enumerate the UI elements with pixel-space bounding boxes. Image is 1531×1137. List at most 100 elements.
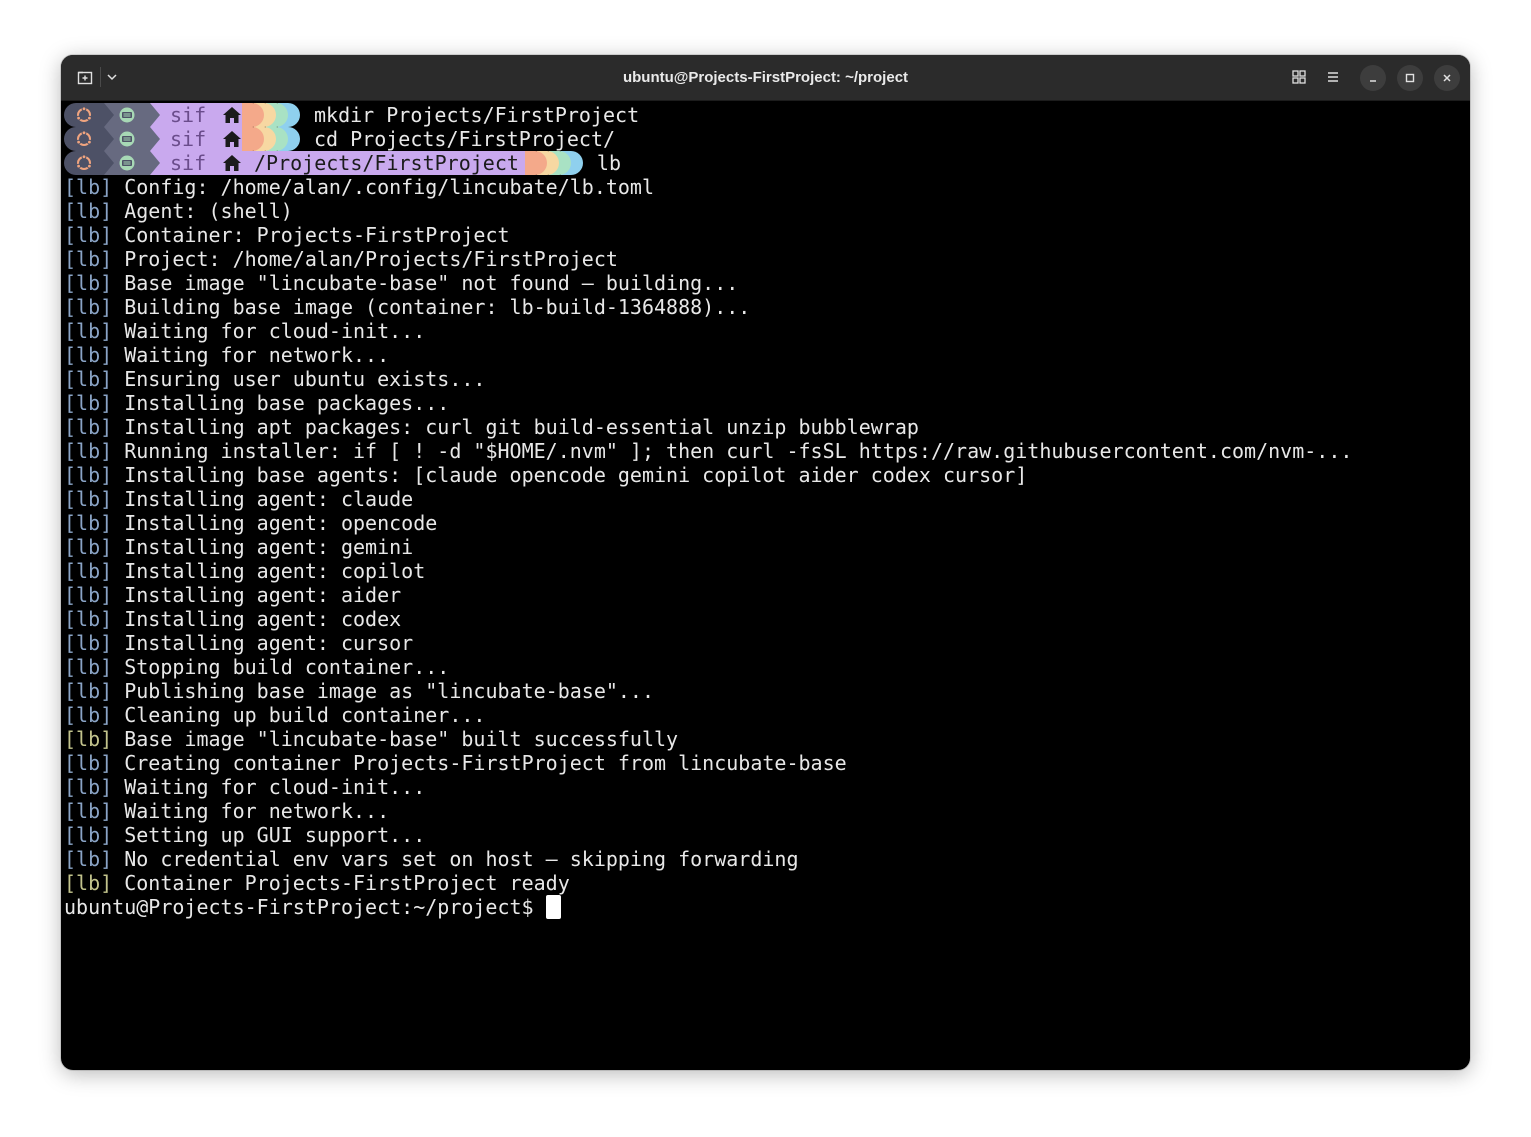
home-icon — [222, 106, 242, 124]
log-text: Creating container Projects-FirstProject… — [112, 751, 847, 775]
prompt-path-segment: /Projects/FirstProject — [214, 151, 531, 175]
log-text: Running installer: if [ ! -d "$HOME/.nvm… — [112, 439, 1353, 463]
prompt-line: sif mkdir Projects/FirstProject — [64, 103, 1470, 127]
log-line: [lb] Installing agent: cursor — [64, 631, 1470, 655]
shell-icon — [118, 106, 136, 124]
log-text: Publishing base image as "lincubate-base… — [112, 679, 655, 703]
prompt-command: mkdir Projects/FirstProject — [314, 103, 640, 127]
log-tag: [lb] — [64, 415, 113, 439]
log-text: Installing base agents: [claude opencode… — [112, 463, 1028, 487]
prompt-os-segment — [64, 127, 114, 151]
log-line: [lb] Installing agent: opencode — [64, 511, 1470, 535]
prompt-decoration — [524, 151, 583, 175]
prompt-command: cd Projects/FirstProject/ — [314, 127, 616, 151]
log-tag: [lb] — [64, 271, 113, 295]
grid-icon — [1292, 70, 1306, 84]
log-text: Installing agent: aider — [112, 583, 402, 607]
segment-arrow — [150, 103, 160, 127]
new-tab-button[interactable] — [73, 64, 97, 90]
log-line: [lb] Container Projects-FirstProject rea… — [64, 871, 1470, 895]
log-tag: [lb] — [64, 655, 113, 679]
ubuntu-logo-icon — [75, 130, 93, 148]
log-tag: [lb] — [64, 703, 113, 727]
log-line: [lb] Base image "lincubate-base" not fou… — [64, 271, 1470, 295]
log-text: Base image "lincubate-base" not found — … — [112, 271, 739, 295]
segment-arrow — [150, 151, 160, 175]
log-tag: [lb] — [64, 775, 113, 799]
prompt-line: sif cd Projects/FirstProject/ — [64, 127, 1470, 151]
log-text: Installing agent: gemini — [112, 535, 414, 559]
log-text: Installing agent: copilot — [112, 559, 426, 583]
log-text: Setting up GUI support... — [112, 823, 426, 847]
log-tag: [lb] — [64, 679, 113, 703]
log-line: [lb] Installing agent: aider — [64, 583, 1470, 607]
log-text: Waiting for cloud-init... — [112, 319, 426, 343]
log-tag: [lb] — [64, 799, 113, 823]
tab-menu-button[interactable] — [103, 64, 121, 90]
log-tag: [lb] — [64, 463, 113, 487]
log-text: Installing base packages... — [112, 391, 450, 415]
terminal-output[interactable]: sif mkdir Projects/FirstProject sif cd Proj… — [61, 101, 1470, 1070]
log-line: [lb] Container: Projects-FirstProject — [64, 223, 1470, 247]
log-text: Installing agent: codex — [112, 607, 402, 631]
log-tag: [lb] — [64, 871, 113, 895]
segment-arrow — [104, 103, 114, 127]
log-tag: [lb] — [64, 367, 113, 391]
prompt-decoration — [242, 127, 300, 151]
log-tag: [lb] — [64, 727, 113, 751]
log-text: Installing agent: cursor — [112, 631, 414, 655]
log-line: [lb] Waiting for network... — [64, 343, 1470, 367]
log-text: Config: /home/alan/.config/lincubate/lb.… — [112, 175, 655, 199]
log-line: [lb] Waiting for cloud-init... — [64, 319, 1470, 343]
titlebar-separator — [100, 67, 101, 87]
log-line: [lb] Config: /home/alan/.config/lincubat… — [64, 175, 1470, 199]
close-button[interactable] — [1434, 65, 1460, 91]
log-text: Installing agent: opencode — [112, 511, 438, 535]
log-tag: [lb] — [64, 559, 113, 583]
shell-prompt: ubuntu@Projects-FirstProject:~/project$ — [64, 895, 546, 919]
log-tag: [lb] — [64, 583, 113, 607]
log-line: [lb] Project: /home/alan/Projects/FirstP… — [64, 247, 1470, 271]
segment-arrow — [150, 127, 160, 151]
log-tag: [lb] — [64, 343, 113, 367]
shell-icon — [118, 154, 136, 172]
window-title: ubuntu@Projects-FirstProject: ~/project — [622, 69, 909, 86]
log-line: [lb] Stopping build container... — [64, 655, 1470, 679]
overview-button[interactable] — [1287, 64, 1311, 90]
maximize-button[interactable] — [1397, 65, 1423, 91]
ubuntu-logo-icon — [75, 154, 93, 172]
log-text: Container: Projects-FirstProject — [112, 223, 510, 247]
log-text: Container Projects-FirstProject ready — [112, 871, 570, 895]
chevron-down-icon — [107, 74, 117, 81]
log-line: [lb] Publishing base image as "lincubate… — [64, 679, 1470, 703]
shell-prompt-line[interactable]: ubuntu@Projects-FirstProject:~/project$ — [64, 895, 1470, 919]
log-text: Waiting for cloud-init... — [112, 775, 426, 799]
log-line: [lb] Running installer: if [ ! -d "$HOME… — [64, 439, 1470, 463]
log-text: Stopping build container... — [112, 655, 450, 679]
log-tag: [lb] — [64, 607, 113, 631]
log-tag: [lb] — [64, 511, 113, 535]
close-icon — [1443, 74, 1451, 82]
log-line: [lb] Installing base packages... — [64, 391, 1470, 415]
log-tag: [lb] — [64, 391, 113, 415]
prompt-decoration — [242, 103, 300, 127]
log-line: [lb] Waiting for cloud-init... — [64, 775, 1470, 799]
segment-arrow — [104, 151, 114, 175]
log-line: [lb] Creating container Projects-FirstPr… — [64, 751, 1470, 775]
log-tag: [lb] — [64, 175, 113, 199]
log-text: Ensuring user ubuntu exists... — [112, 367, 486, 391]
log-line: [lb] Ensuring user ubuntu exists... — [64, 367, 1470, 391]
minimize-button[interactable] — [1360, 65, 1386, 91]
log-line: [lb] Installing agent: copilot — [64, 559, 1470, 583]
text-cursor — [545, 895, 561, 919]
menu-button[interactable] — [1321, 64, 1345, 90]
hamburger-menu-icon — [1328, 72, 1338, 82]
log-line: [lb] Installing agent: gemini — [64, 535, 1470, 559]
log-line: [lb] Cleaning up build container... — [64, 703, 1470, 727]
log-text: Installing apt packages: curl git build-… — [112, 415, 919, 439]
log-line: [lb] Base image "lincubate-base" built s… — [64, 727, 1470, 751]
prompt-os-segment — [64, 103, 114, 127]
log-text: Waiting for network... — [112, 343, 390, 367]
home-icon — [222, 130, 242, 148]
log-tag: [lb] — [64, 487, 113, 511]
